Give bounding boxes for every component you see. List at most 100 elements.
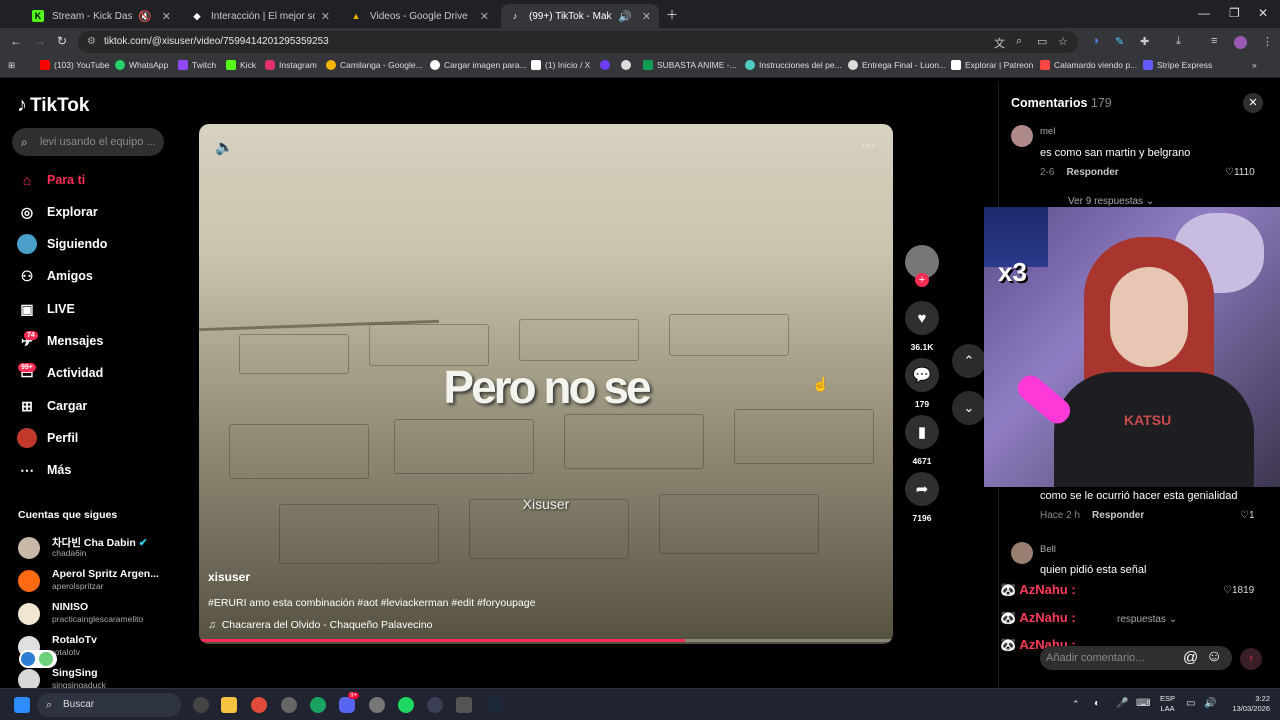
- settings-icon[interactable]: [281, 697, 297, 713]
- app-icon[interactable]: [427, 697, 443, 713]
- tray-app-icon[interactable]: ◐: [1094, 698, 1100, 709]
- app-icon[interactable]: [369, 697, 385, 713]
- nav-live[interactable]: ▣ LIVE: [17, 297, 74, 321]
- view-replies-button[interactable]: Ver 9 respuestas ⌄: [1068, 196, 1154, 207]
- avatar[interactable]: [1011, 125, 1033, 147]
- nav-cargar[interactable]: ⊞ Cargar: [17, 394, 87, 418]
- volume-icon[interactable]: 🔈: [215, 138, 234, 156]
- extension-icon[interactable]: ✎: [1115, 35, 1124, 48]
- mention-icon[interactable]: @: [1183, 649, 1198, 666]
- comment-username[interactable]: mel: [1040, 126, 1055, 137]
- new-tab-button[interactable]: ＋: [666, 6, 678, 23]
- video-description[interactable]: #ERURI amo esta combinación #aot #leviac…: [208, 597, 535, 609]
- app-icon[interactable]: [193, 697, 209, 713]
- bookmark-youtube[interactable]: (103) YouTube: [40, 60, 109, 70]
- view-replies-button[interactable]: respuestas ⌄: [1117, 614, 1177, 625]
- nav-para-ti[interactable]: ⌂ Para ti: [17, 168, 85, 192]
- comment-like-button[interactable]: ♡1110: [1225, 167, 1255, 178]
- comment-username[interactable]: Bell: [1040, 544, 1056, 555]
- comment-input[interactable]: Añadir comentario...: [1040, 646, 1232, 670]
- windows-start-icon[interactable]: [14, 697, 30, 713]
- tab-interaccion[interactable]: ◆ Interacción | El mejor software ✕: [183, 4, 338, 28]
- back-button[interactable]: ←: [10, 34, 22, 48]
- bookmark-subasta-anime[interactable]: SUBASTA ANIME -...: [643, 60, 737, 70]
- reload-button[interactable]: ↻: [57, 34, 67, 48]
- avatar[interactable]: [1011, 542, 1033, 564]
- translate-icon[interactable]: 文: [994, 35, 1005, 51]
- speaker-icon[interactable]: 🔊: [618, 10, 632, 23]
- more-bookmarks-icon[interactable]: »: [1252, 60, 1257, 70]
- file-explorer-icon[interactable]: [221, 697, 237, 713]
- nav-amigos[interactable]: ⚇ Amigos: [17, 264, 93, 288]
- video-player[interactable]: 🔈 ⋯ Pero no se Xisuser xisuser #ERURI am…: [199, 124, 893, 644]
- microphone-icon[interactable]: 🎤: [1116, 698, 1128, 709]
- url-input[interactable]: ⚙ tiktok.com/@xisuser/video/759941420129…: [78, 31, 1078, 53]
- download-icon[interactable]: ⤓: [1176, 35, 1181, 48]
- floating-app-widget[interactable]: [19, 650, 57, 668]
- keyboard-icon[interactable]: ⌨: [1136, 698, 1150, 709]
- steam-icon[interactable]: [486, 697, 502, 713]
- taskbar-search[interactable]: ⌕ Buscar: [37, 693, 181, 717]
- nav-siguiendo[interactable]: Siguiendo: [17, 232, 107, 256]
- network-icon[interactable]: ▭: [1186, 698, 1195, 709]
- chrome-icon[interactable]: [251, 697, 267, 713]
- clock[interactable]: 3:22 13/03/2026: [1226, 694, 1270, 714]
- menu-icon[interactable]: ⋮: [1262, 35, 1273, 48]
- bookmark-icon[interactable]: [600, 60, 614, 70]
- nav-mas[interactable]: ⋯ Más: [17, 458, 71, 482]
- minimize-button[interactable]: —: [1198, 6, 1210, 20]
- bookmark-patreon[interactable]: Explorar | Patreon: [951, 60, 1033, 70]
- bookmark-instrucciones[interactable]: Instrucciones del pe...: [745, 60, 842, 70]
- site-info-icon[interactable]: ⚙: [87, 31, 96, 53]
- bookmark-entrega-final[interactable]: Entrega Final - Luon...: [848, 60, 946, 70]
- nav-perfil[interactable]: Perfil: [17, 426, 78, 450]
- reply-button[interactable]: Responder: [1092, 510, 1144, 521]
- search-input[interactable]: ⌕ levi usando el equipo ...: [12, 128, 164, 156]
- cast-icon[interactable]: ▭: [1037, 35, 1047, 48]
- media-control-icon[interactable]: ≡: [1211, 35, 1217, 47]
- bookmark-calamardo[interactable]: Calamardo viendo p...: [1040, 60, 1137, 70]
- bookmark-stripe[interactable]: Stripe Express: [1143, 60, 1212, 70]
- apps-grid-icon[interactable]: ⊞: [8, 60, 15, 71]
- next-video-button[interactable]: ⌄: [952, 391, 986, 425]
- app-icon[interactable]: [456, 697, 472, 713]
- video-music[interactable]: ♫ Chacarera del Olvido - Chaqueño Palave…: [208, 619, 432, 631]
- close-tab-icon[interactable]: ✕: [162, 10, 171, 23]
- close-tab-icon[interactable]: ✕: [321, 10, 330, 23]
- forward-button[interactable]: →: [34, 34, 46, 48]
- close-tab-icon[interactable]: ✕: [480, 10, 489, 23]
- close-comments-button[interactable]: ✕: [1243, 93, 1263, 113]
- nav-explorar[interactable]: ◎ Explorar: [17, 200, 98, 224]
- send-comment-button[interactable]: ↑: [1240, 648, 1262, 670]
- extension-icon[interactable]: ◑: [1092, 35, 1099, 47]
- language-indicator[interactable]: ESP LAA: [1160, 694, 1175, 714]
- previous-video-button[interactable]: ⌃: [952, 344, 986, 378]
- spotify-icon[interactable]: [398, 697, 414, 713]
- bookmark-x[interactable]: (1) Inicio / X: [531, 60, 590, 70]
- tab-kick-dashboard[interactable]: K Stream - Kick Dashboard 🔇 ✕: [24, 4, 179, 28]
- bookmark-kick[interactable]: Kick: [226, 60, 256, 70]
- bookmark-instagram[interactable]: Instagram: [265, 60, 317, 70]
- mute-icon[interactable]: 🔇: [138, 10, 152, 23]
- emoji-icon[interactable]: ☺: [1206, 648, 1222, 666]
- comment-like-button[interactable]: ♡1819: [1223, 585, 1254, 596]
- share-button[interactable]: ➦ 7196: [904, 472, 940, 523]
- like-button[interactable]: ♥ 36.1K: [904, 301, 940, 352]
- volume-icon[interactable]: 🔊: [1204, 698, 1216, 709]
- zoom-icon[interactable]: ⌕: [1016, 35, 1022, 48]
- close-tab-icon[interactable]: ✕: [642, 10, 651, 23]
- close-window-button[interactable]: ✕: [1258, 6, 1268, 20]
- follow-plus-icon[interactable]: +: [915, 273, 929, 287]
- reply-button[interactable]: Responder: [1066, 167, 1118, 178]
- bookmark-icon[interactable]: [621, 60, 635, 70]
- profile-avatar[interactable]: [1234, 36, 1247, 49]
- bookmark-whatsapp[interactable]: WhatsApp: [115, 60, 168, 70]
- app-icon[interactable]: [310, 697, 326, 713]
- video-progress-bar[interactable]: [199, 639, 893, 642]
- tab-google-drive[interactable]: ▲ Videos - Google Drive ✕: [342, 4, 497, 28]
- tray-expand-icon[interactable]: ⌃: [1072, 699, 1080, 710]
- creator-avatar-button[interactable]: +: [904, 245, 940, 287]
- tab-tiktok[interactable]: ♪ (99+) TikTok - Make Your Da 🔊 ✕: [501, 4, 659, 28]
- bookmark-cargar-imagen[interactable]: Cargar imagen para...: [430, 60, 527, 70]
- video-author[interactable]: xisuser: [208, 570, 250, 584]
